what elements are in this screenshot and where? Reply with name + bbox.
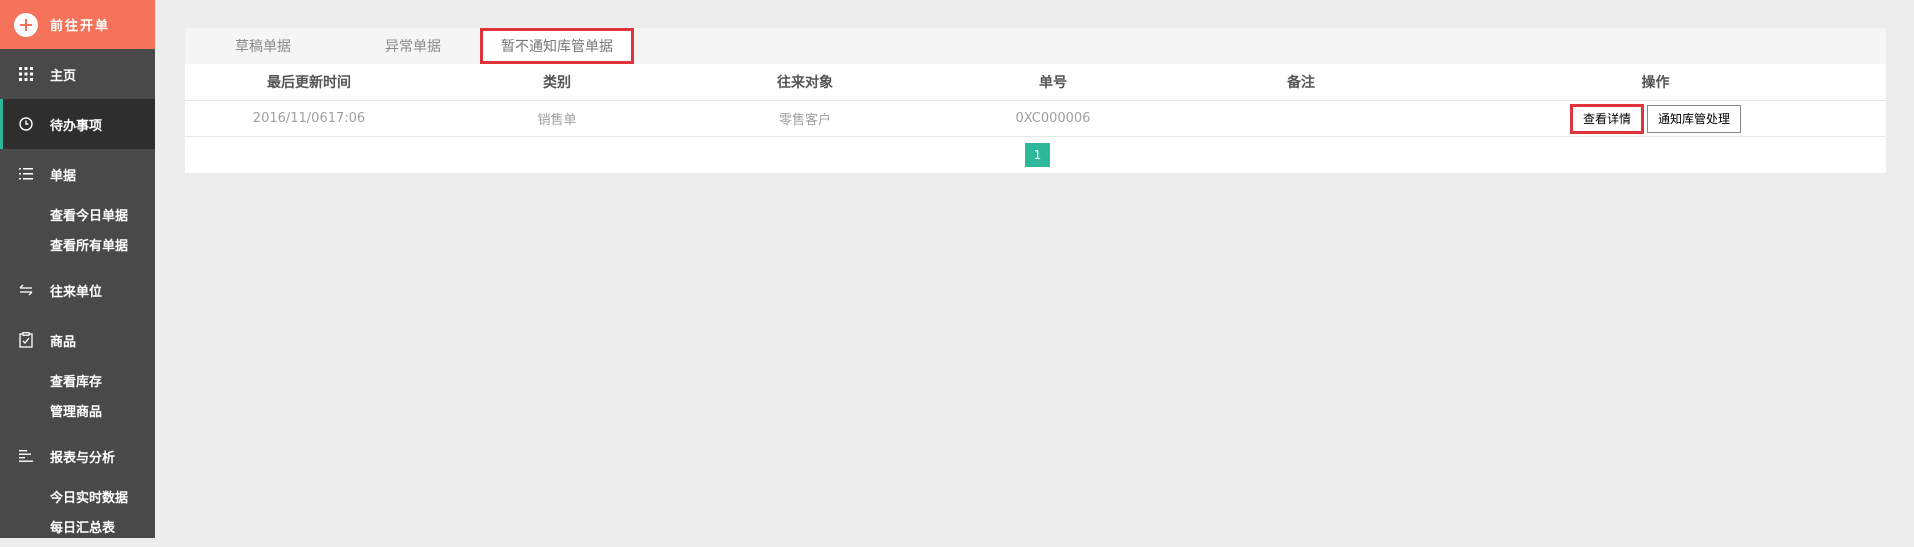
pagination: 1	[185, 137, 1886, 173]
sidebar: 前往开单 主页 待办事项 单据 查看今日单据 查看所有单据 往来单位 商品 查看…	[0, 0, 155, 538]
table-header: 最后更新时间 类别 往来对象 单号 备注 操作	[185, 64, 1886, 101]
cell-number: 0XC000006	[1015, 111, 1091, 126]
sidebar-item-home[interactable]: 主页	[0, 49, 155, 99]
clock-icon	[18, 116, 34, 132]
sidebar-subitem-today-orders[interactable]: 查看今日单据	[0, 199, 155, 229]
sidebar-item-reports[interactable]: 报表与分析	[0, 431, 155, 481]
column-header-party: 往来对象	[777, 75, 833, 91]
plus-icon	[14, 12, 38, 37]
column-header-number: 单号	[1039, 75, 1067, 91]
table-row: 2016/11/0617:06 销售单 零售客户 0XC000006 查看详情 …	[185, 101, 1886, 137]
sidebar-item-orders[interactable]: 单据	[0, 149, 155, 199]
column-header-note: 备注	[1287, 75, 1315, 91]
new-order-label: 前往开单	[50, 19, 111, 34]
sidebar-item-label: 往来单位	[50, 284, 103, 300]
orders-table: 最后更新时间 类别 往来对象 单号 备注 操作 2016/11/0617:06 …	[185, 64, 1886, 173]
cell-type: 销售单	[537, 113, 577, 128]
sidebar-item-label: 单据	[50, 168, 77, 184]
exchange-icon	[18, 282, 34, 298]
sidebar-item-partners[interactable]: 往来单位	[0, 265, 155, 315]
sidebar-subitem-realtime-data[interactable]: 今日实时数据	[0, 481, 155, 511]
tab-abnormal-orders[interactable]: 异常单据	[338, 28, 488, 64]
view-details-button[interactable]: 查看详情	[1569, 103, 1644, 134]
sidebar-subitem-all-orders[interactable]: 查看所有单据	[0, 229, 155, 259]
sidebar-subitem-inventory[interactable]: 查看库存	[0, 365, 155, 395]
cell-party: 零售客户	[778, 113, 831, 128]
sidebar-item-label: 主页	[50, 68, 77, 84]
tab-draft-orders[interactable]: 草稿单据	[188, 28, 338, 64]
tab-no-notify-orders[interactable]: 暂不通知库管单据	[480, 28, 634, 64]
cell-actions: 查看详情 通知库管处理	[1425, 103, 1886, 134]
align-left-icon	[18, 448, 34, 464]
sidebar-item-todo[interactable]: 待办事项	[0, 99, 155, 149]
page-number-button[interactable]: 1	[1025, 143, 1050, 167]
clipboard-check-icon	[18, 332, 34, 348]
sidebar-item-label: 报表与分析	[50, 450, 116, 466]
tab-bar: 草稿单据 异常单据 暂不通知库管单据	[185, 28, 1886, 64]
notify-warehouse-button[interactable]: 通知库管处理	[1647, 104, 1742, 133]
sidebar-item-goods[interactable]: 商品	[0, 315, 155, 365]
new-order-button[interactable]: 前往开单	[0, 0, 155, 49]
cell-time: 2016/11/0617:06	[252, 111, 366, 126]
sidebar-item-label: 待办事项	[50, 118, 103, 134]
sidebar-subitem-manage-goods[interactable]: 管理商品	[0, 395, 155, 425]
column-header-type: 类别	[543, 75, 571, 91]
sidebar-item-label: 商品	[50, 334, 77, 350]
sidebar-subitem-daily-summary[interactable]: 每日汇总表	[0, 511, 155, 541]
list-icon	[18, 166, 34, 182]
column-header-actions: 操作	[1641, 75, 1670, 91]
column-header-time: 最后更新时间	[267, 75, 351, 91]
grid-icon	[18, 66, 34, 82]
